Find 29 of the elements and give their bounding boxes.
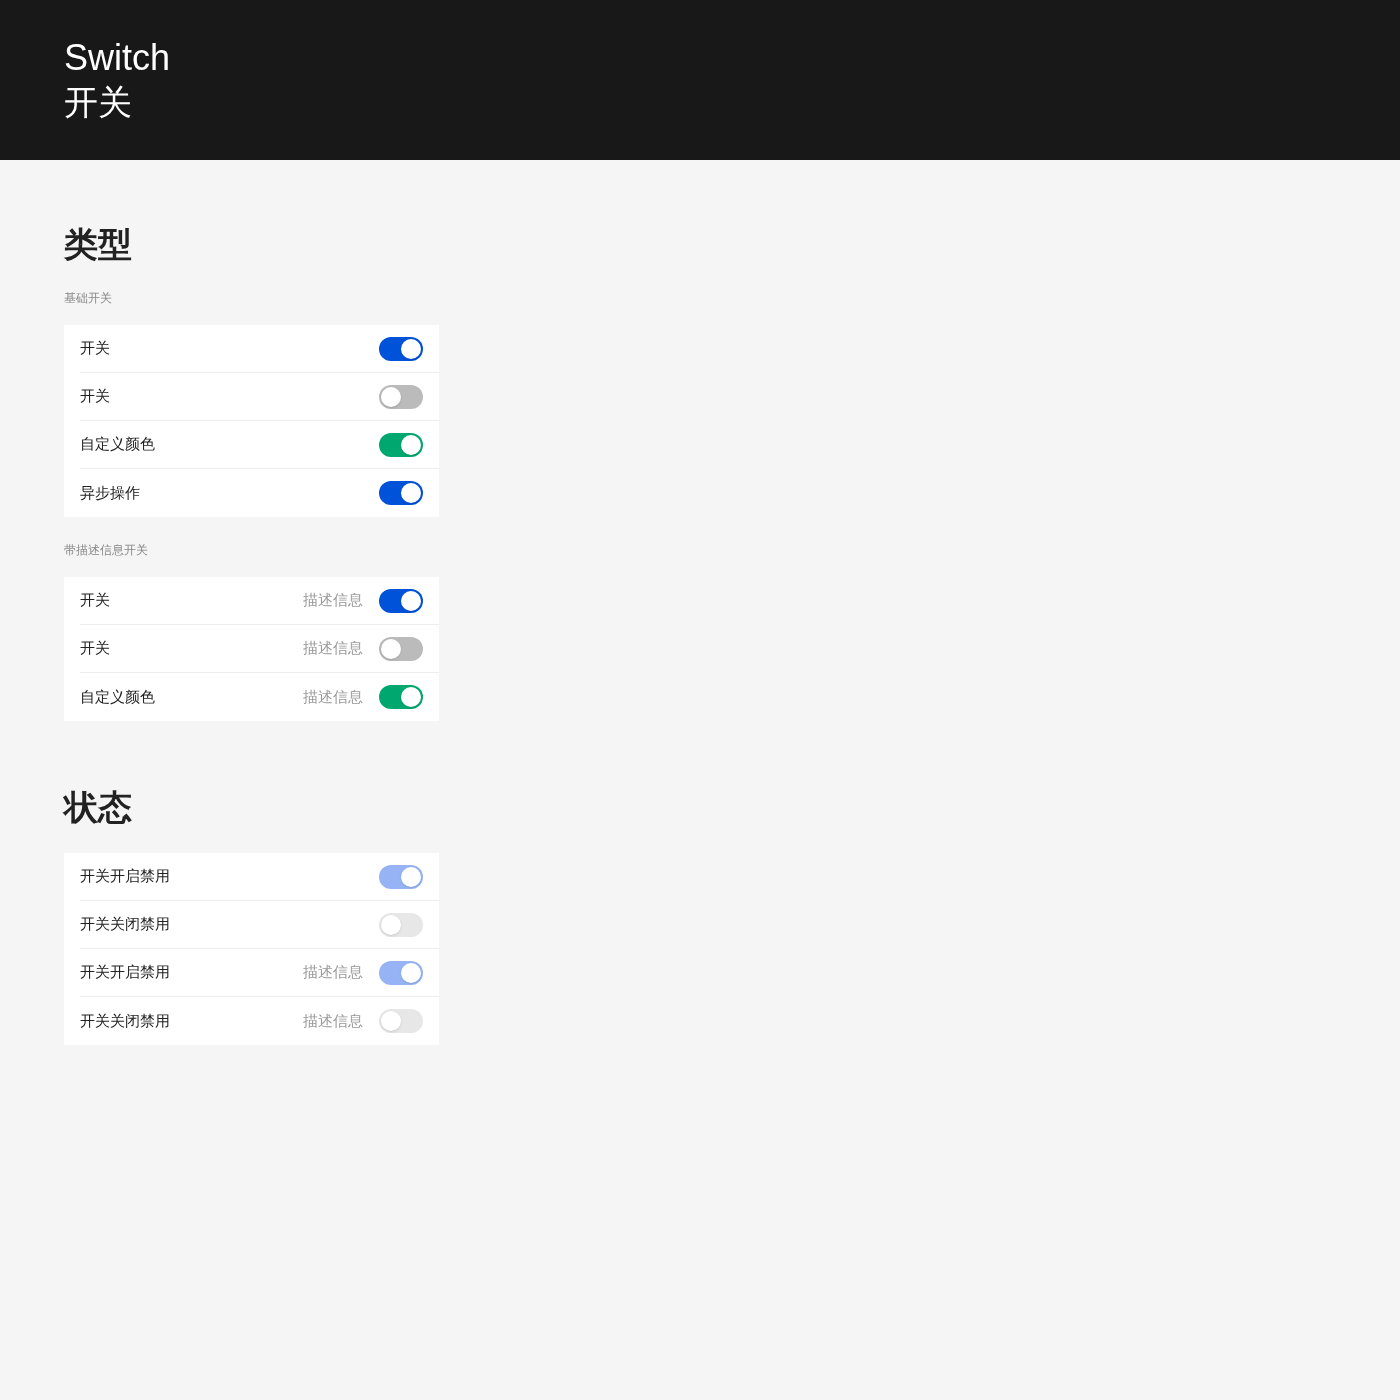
switch-label: 开关 (80, 590, 111, 611)
toggle-switch[interactable] (379, 481, 423, 505)
switch-label: 开关关闭禁用 (80, 1010, 171, 1031)
switch-label: 开关开启禁用 (80, 866, 171, 887)
toggle-switch[interactable] (379, 588, 423, 613)
switch-description: 描述信息 (303, 1010, 363, 1031)
section-title: 状态 (64, 787, 132, 827)
toggle-switch[interactable] (379, 432, 423, 457)
page-title: Switch (64, 36, 171, 80)
switch-label: 自定义颜色 (80, 434, 156, 455)
group-label: 基础开关 (64, 290, 112, 306)
switch-description: 描述信息 (303, 686, 363, 707)
switch-description: 描述信息 (303, 590, 363, 611)
section-title: 类型 (64, 224, 132, 264)
toggle-switch[interactable] (379, 636, 423, 661)
toggle-switch[interactable] (379, 336, 423, 361)
switch-label: 开关 (80, 338, 111, 359)
toggle-switch[interactable] (379, 384, 423, 409)
page-subtitle: 开关 (64, 82, 132, 123)
switch-label: 开关 (80, 386, 111, 407)
switch-label: 开关 (80, 638, 111, 659)
switch-label: 开关关闭禁用 (80, 914, 171, 935)
switch-label: 异步操作 (80, 482, 141, 503)
switch-description: 描述信息 (303, 638, 363, 659)
switch-label: 自定义颜色 (80, 686, 156, 707)
toggle-switch[interactable] (379, 685, 423, 709)
group-label: 带描述信息开关 (64, 542, 148, 558)
switch-label: 开关开启禁用 (80, 962, 171, 983)
switch-description: 描述信息 (303, 962, 363, 983)
